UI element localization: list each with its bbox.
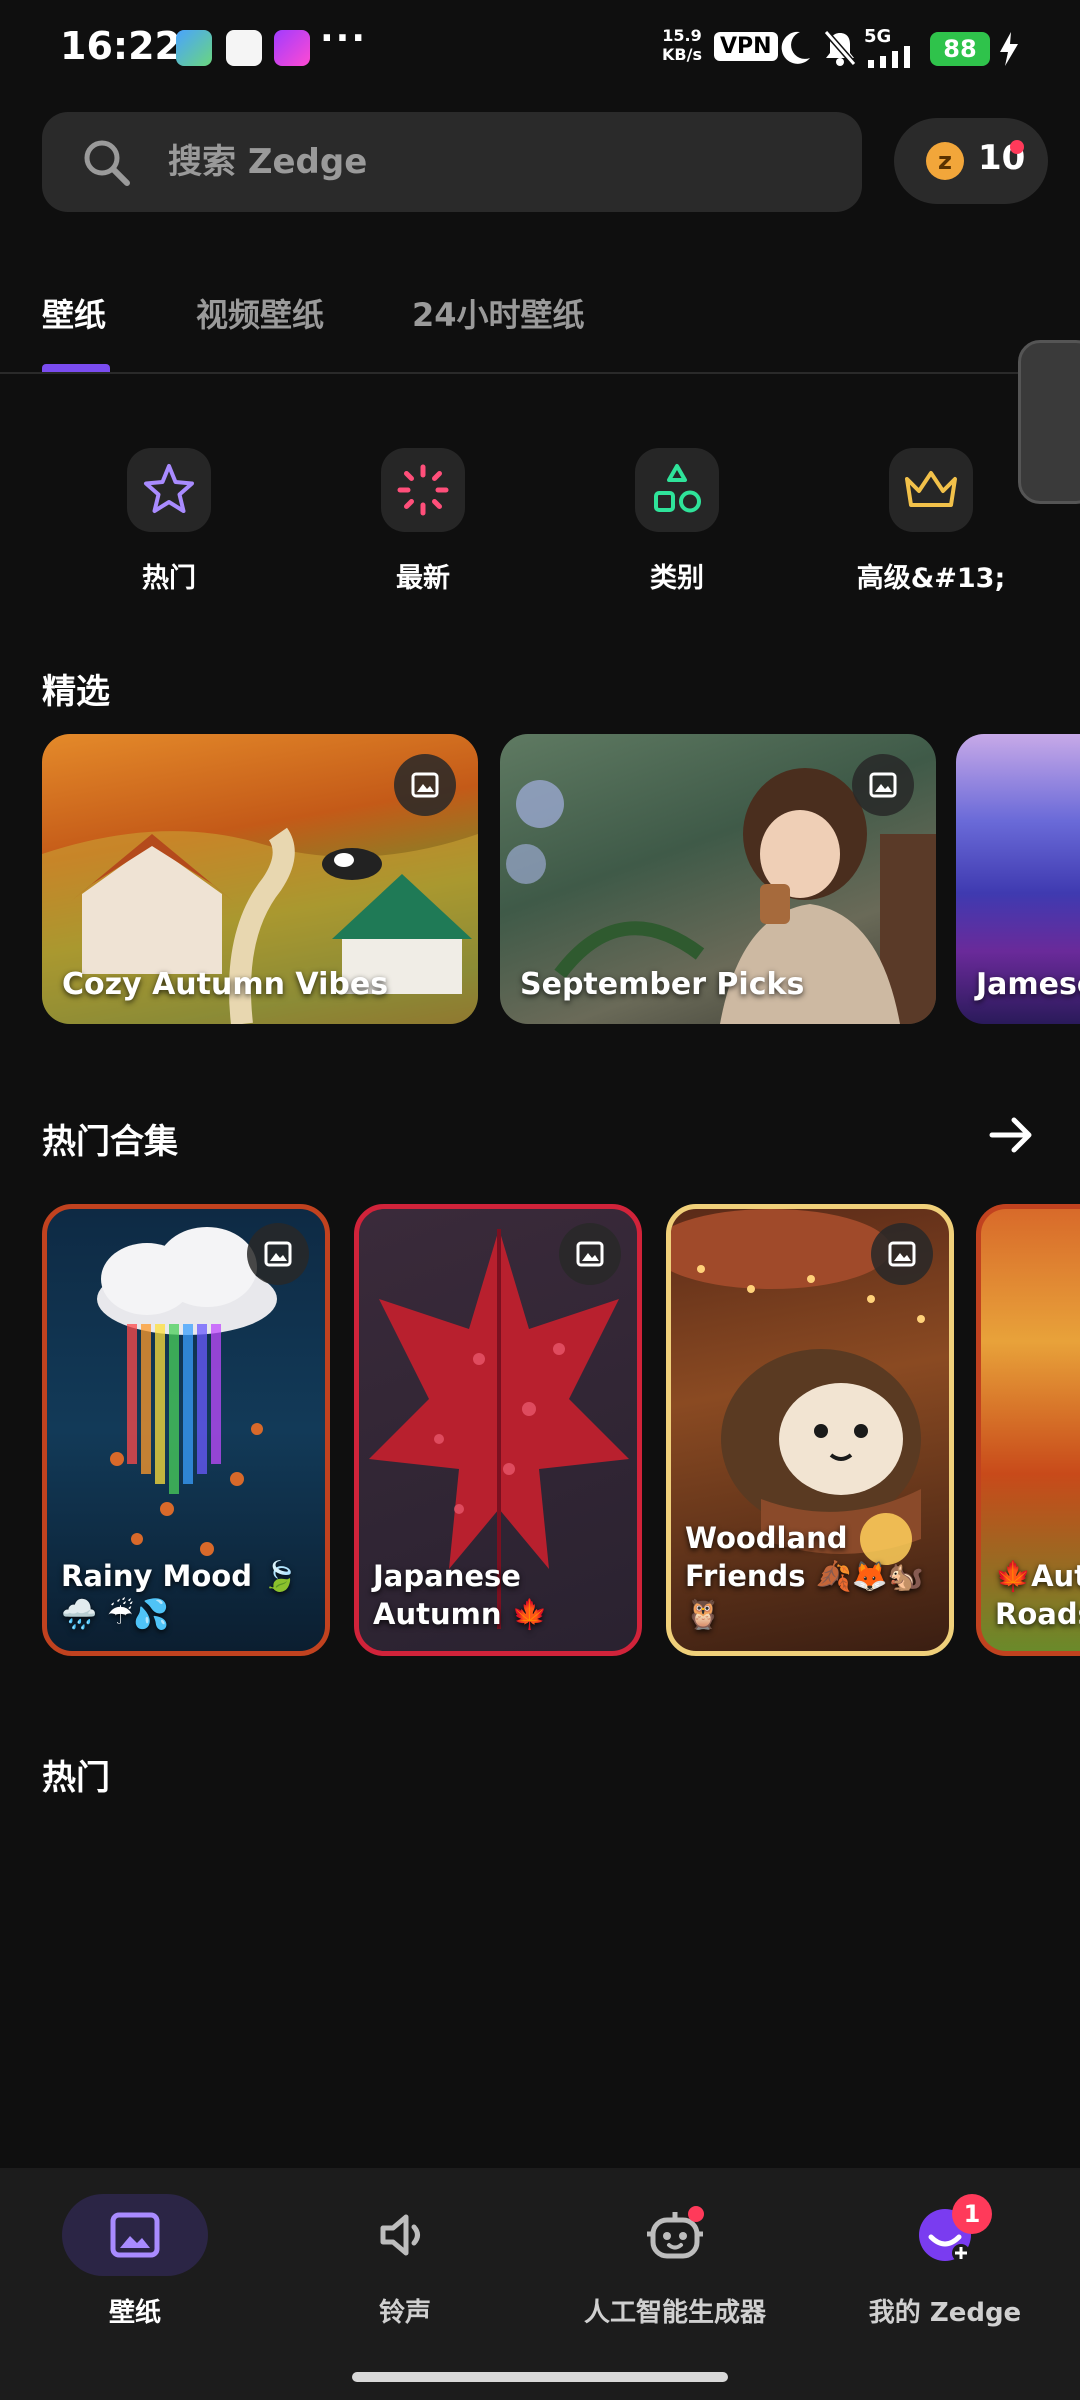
- collection-card-title: Japanese Autumn 🍁: [373, 1559, 548, 1631]
- category-label: 热门: [142, 563, 196, 594]
- arrow-right-icon[interactable]: [986, 1110, 1036, 1160]
- category-newest[interactable]: 最新: [323, 448, 523, 595]
- app-icon-1: [176, 30, 212, 66]
- featured-card-jamesc[interactable]: Jamesc: [956, 734, 1080, 1024]
- image-type-icon: [247, 1223, 309, 1285]
- content-tabs: 壁纸 视频壁纸 24小时壁纸: [0, 270, 1080, 374]
- signal-icon: [868, 46, 910, 68]
- image-icon: [110, 2212, 160, 2258]
- net-speed-unit: KB/s: [662, 45, 702, 64]
- collection-card-title: Woodland Friends 🍂🦊🐿️ 🦉: [685, 1521, 924, 1631]
- category-types[interactable]: 类别: [577, 448, 777, 595]
- collection-card-title: 🍁Aut Roads: [995, 1559, 1080, 1631]
- status-time: 16:22: [60, 24, 181, 68]
- notification-dot: [1010, 140, 1024, 154]
- status-bar: 16:22 ··· 15.9 KB/s VPN 5G 88: [0, 0, 1080, 100]
- tab-active-indicator: [42, 364, 110, 372]
- net-speed: 15.9 KB/s: [662, 26, 702, 64]
- image-type-icon: [871, 1223, 933, 1285]
- shapes-icon: [654, 464, 701, 513]
- tab-video-wallpapers[interactable]: 视频壁纸: [196, 290, 324, 336]
- image-type-icon: [394, 754, 456, 816]
- notification-dot: [688, 2206, 704, 2222]
- zedge-coin-icon: z: [926, 142, 964, 180]
- moon-icon: [781, 31, 810, 64]
- featured-card-title: Jamesc: [976, 967, 1080, 1002]
- home-indicator[interactable]: [352, 2372, 728, 2382]
- crown-icon: [905, 471, 957, 507]
- featured-card-title: Cozy Autumn Vibes: [62, 967, 389, 1002]
- charging-icon: [1000, 32, 1018, 66]
- nav-label: 人工智能生成器: [583, 2298, 766, 2328]
- star-icon: [144, 464, 194, 513]
- featured-card-title: September Picks: [520, 967, 805, 1002]
- search-icon: [84, 140, 130, 186]
- speaker-icon: [380, 2214, 420, 2256]
- featured-card-cozy-autumn[interactable]: Cozy Autumn Vibes: [42, 734, 478, 1024]
- collection-card-autumn-roads[interactable]: 🍁Aut Roads: [976, 1204, 1080, 1656]
- burst-icon: [397, 464, 449, 516]
- collection-card-japanese-autumn[interactable]: Japanese Autumn 🍁: [354, 1204, 642, 1656]
- category-popular[interactable]: 热门: [69, 448, 269, 595]
- featured-section-title: 精选: [42, 672, 110, 712]
- category-label: 类别: [650, 563, 704, 594]
- category-label: 最新: [396, 563, 450, 594]
- notification-badge: 1: [952, 2194, 992, 2234]
- tab-wallpapers[interactable]: 壁纸: [42, 290, 106, 336]
- nav-my-zedge[interactable]: 1 我的 Zedge: [810, 2194, 1080, 2329]
- collection-card-rainy-mood[interactable]: Rainy Mood 🍃🌧️ ☔💦: [42, 1204, 330, 1656]
- category-premium[interactable]: 高级&#13;: [831, 448, 1031, 595]
- category-label: 高级&#13;: [856, 563, 1006, 594]
- app-icon-2: [226, 30, 262, 66]
- nav-ringtones[interactable]: 铃声: [270, 2194, 540, 2329]
- nav-label: 我的 Zedge: [868, 2298, 1022, 2328]
- nav-label: 铃声: [378, 2298, 431, 2328]
- coin-balance-button[interactable]: z 10: [894, 118, 1048, 204]
- app-icon-3: [274, 30, 310, 66]
- collection-card-woodland-friends[interactable]: Woodland Friends 🍂🦊🐿️ 🦉: [666, 1204, 954, 1656]
- net-speed-value: 15.9: [662, 26, 702, 45]
- nav-label: 壁纸: [108, 2298, 161, 2328]
- nav-ai-generator[interactable]: 人工智能生成器: [540, 2194, 810, 2329]
- status-more-icon: ···: [320, 18, 368, 59]
- search-input[interactable]: [168, 112, 818, 212]
- tab-24h-wallpapers[interactable]: 24小时壁纸: [412, 290, 585, 336]
- image-type-icon: [559, 1223, 621, 1285]
- search-bar[interactable]: [42, 112, 862, 212]
- vpn-badge: VPN: [714, 32, 778, 61]
- featured-card-september-picks[interactable]: September Picks: [500, 734, 936, 1024]
- nav-wallpapers[interactable]: 壁纸: [0, 2194, 270, 2329]
- bottom-navigation: 壁纸 铃声 人工智能生成器 1 我的 Zedge: [0, 2168, 1080, 2400]
- battery-indicator: 88: [930, 32, 990, 66]
- mute-bell-icon: [823, 30, 857, 66]
- collection-card-title: Rainy Mood 🍃🌧️ ☔💦: [61, 1559, 299, 1631]
- popular-section-title: 热门: [42, 1758, 110, 1798]
- collections-section-title: 热门合集: [42, 1122, 178, 1162]
- image-type-icon: [852, 754, 914, 816]
